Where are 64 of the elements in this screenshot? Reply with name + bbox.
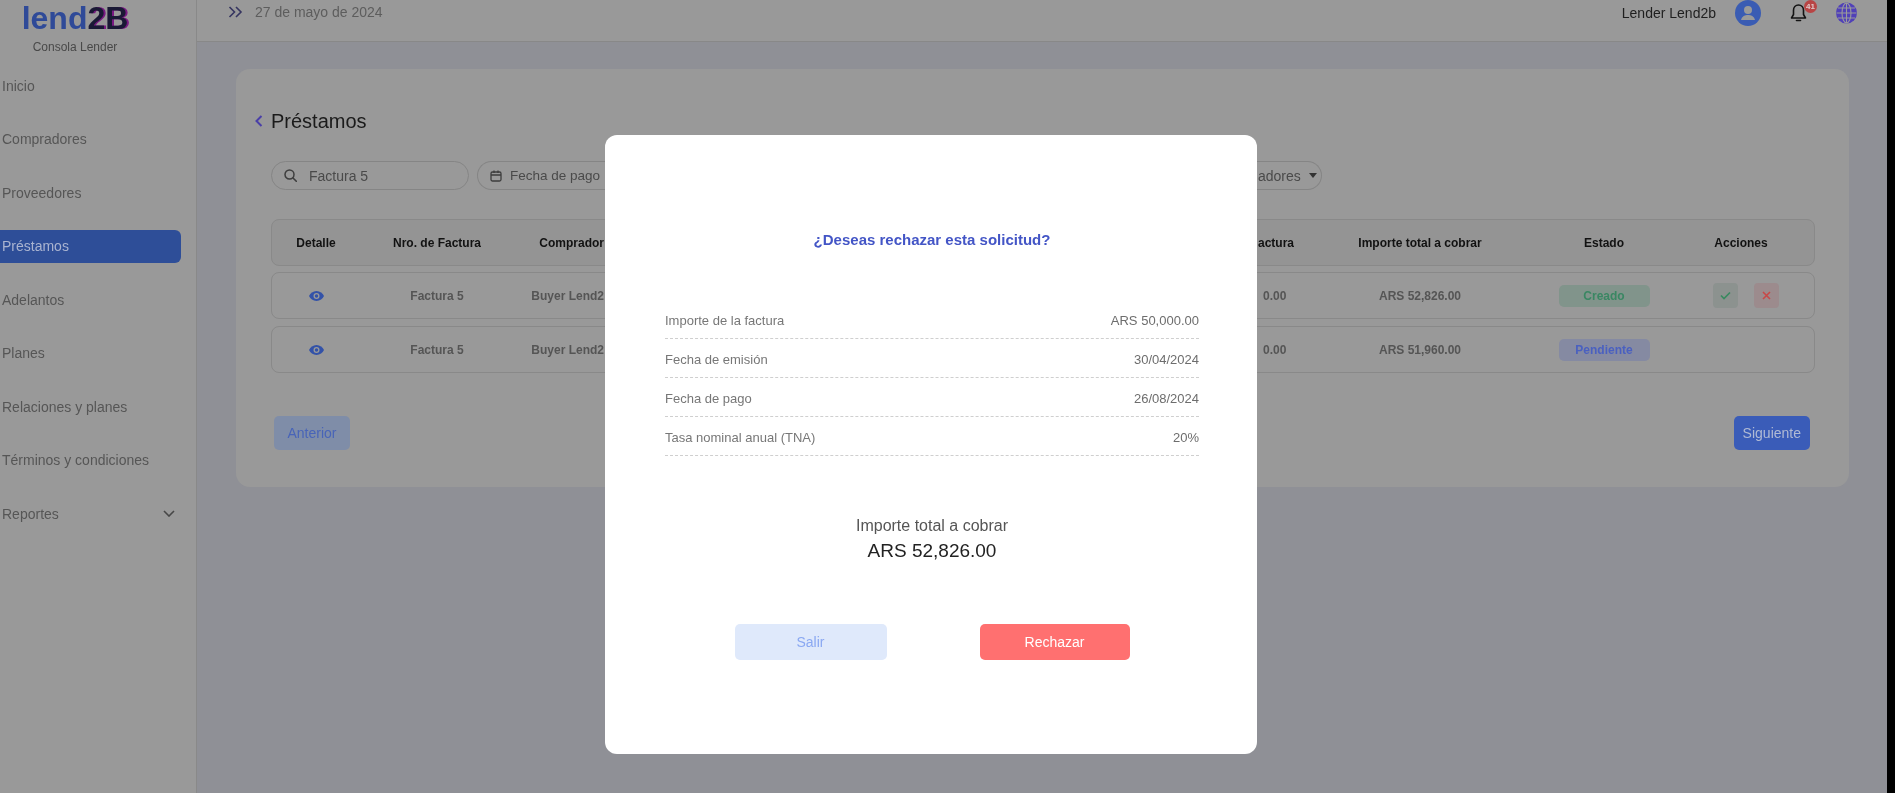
status-badge: Pendiente [1558, 338, 1650, 361]
table-cell: 0.00 [1263, 342, 1287, 357]
sidebar-item[interactable]: Adelantos [0, 283, 181, 316]
column-header: Acciones [1714, 235, 1768, 250]
column-header: Nro. de Factura [393, 235, 481, 250]
detail-value: ARS 50,000.00 [1110, 313, 1199, 329]
reject-button[interactable]: Rechazar [979, 624, 1130, 660]
date-filter-button[interactable]: Fecha de pago [477, 161, 605, 190]
approve-button[interactable] [1713, 283, 1738, 308]
detail-value: 20% [1172, 430, 1199, 446]
modal-title: ¿Deseas rechazar esta solicitud? [813, 231, 1051, 249]
sidebar-item[interactable]: Compradores [0, 122, 181, 156]
bell-icon[interactable] [1790, 3, 1807, 23]
column-header: Importe total a cobrar [1358, 235, 1482, 250]
sidebar-item[interactable]: Planes [0, 336, 181, 370]
page-title: Préstamos [271, 109, 367, 133]
table-cell: Factura 5 [410, 288, 464, 303]
detail-label: Importe de la factura [665, 313, 785, 329]
eye-icon[interactable] [308, 344, 324, 355]
detail-label: Fecha de pago [665, 391, 752, 407]
pagination-button[interactable]: Siguiente [1733, 416, 1810, 450]
check-icon [1720, 291, 1731, 300]
column-header: actura [1258, 235, 1295, 250]
sidebar-item[interactable]: Inicio [0, 69, 181, 102]
table-cell: Buyer Lend2 [531, 342, 604, 357]
filter-dropdown[interactable]: adores [1257, 161, 1322, 190]
column-header: Detalle [296, 235, 336, 250]
detail-value: 26/08/2024 [1133, 391, 1199, 407]
table-cell: Factura 5 [410, 342, 464, 357]
total-amount: ARS 52,826.00 [867, 539, 997, 563]
chevron-down-icon [163, 510, 175, 517]
sidebar-item[interactable]: Relaciones y planes [0, 390, 181, 423]
detail-label: Fecha de emisión [665, 352, 768, 368]
sidebar-item[interactable]: Términos y condiciones [0, 443, 181, 477]
close-icon [1762, 291, 1771, 300]
table-cell: 0.00 [1263, 288, 1287, 303]
globe-icon[interactable] [1835, 2, 1858, 24]
notification-badge: 41 [1804, 0, 1817, 13]
status-badge: Creado [1558, 284, 1650, 307]
avatar-icon[interactable] [1735, 0, 1761, 26]
table-cell: ARS 52,826.00 [1378, 288, 1462, 303]
sidebar-item[interactable]: Préstamos [0, 229, 181, 263]
exit-button[interactable]: Salir [734, 624, 887, 660]
table-cell: ARS 51,960.00 [1378, 342, 1462, 357]
eye-icon[interactable] [308, 290, 324, 301]
sidebar-item[interactable]: Reportes [0, 497, 181, 530]
sidebar-item[interactable]: Proveedores [0, 176, 181, 209]
column-header: Comprador [539, 235, 604, 250]
logo: lend2B [21, 2, 129, 34]
caret-down-icon [1308, 173, 1317, 178]
table-cell: Buyer Lend2 [531, 288, 604, 303]
reject-button[interactable] [1754, 283, 1779, 308]
date-label: 27 de mayo de 2024 [255, 4, 383, 20]
search-field[interactable]: Factura 5 [271, 161, 469, 190]
detail-value: 30/04/2024 [1133, 352, 1199, 368]
detail-label: Tasa nominal anual (TNA) [665, 430, 816, 446]
search-icon [284, 169, 297, 182]
column-header: Estado [1584, 235, 1624, 250]
double-chevron-icon[interactable] [228, 6, 243, 18]
logo-subtitle: Consola Lender [32, 40, 118, 54]
user-name: Lender Lend2b [1621, 5, 1716, 21]
chevron-left-icon[interactable] [255, 115, 263, 127]
total-label: Importe total a cobrar [855, 516, 1009, 536]
calendar-icon [490, 169, 502, 182]
